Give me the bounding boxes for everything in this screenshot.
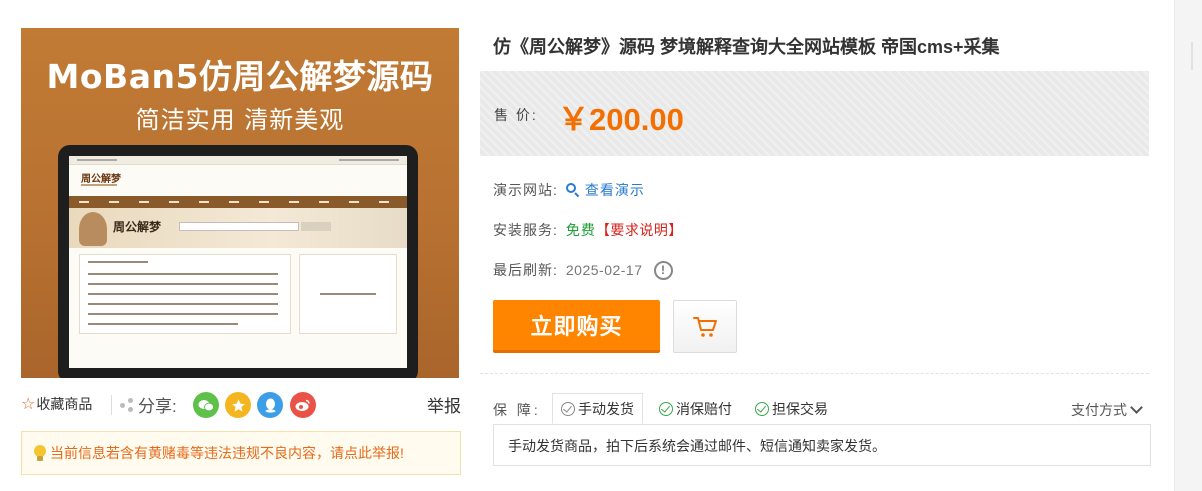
price-label: 售 价: [494,107,538,123]
tab-escrow[interactable]: 担保交易 [755,393,828,424]
product-actions: ☆ 收藏商品 分享: 举报 [21,392,461,418]
report-link[interactable]: 举报 [427,392,461,417]
report-warning[interactable]: 当前信息若含有黄赌毒等违法违规不良内容，请点此举报! [21,431,461,475]
check-icon [561,401,575,416]
guarantee-bar: 保 障: 手动发货 消保赔付 担保交易 支付方式 [493,393,1149,424]
demo-link-label: 查看演示 [584,182,645,198]
qq-icon[interactable] [257,392,283,418]
install-row: 安装服务: 免费 【要求说明】 [493,220,683,240]
screen-banner-text: 周公解梦 [113,220,162,234]
guarantee-content: 手动发货商品，拍下后系统会通过邮件、短信通知卖家发货。 [493,424,1151,466]
product-image: MoBan5仿周公解梦源码 简洁实用 清新美观 周公解梦 周公解梦 [21,28,459,378]
star-icon: ☆ [21,396,36,413]
add-to-cart-button[interactable] [673,300,737,353]
check-icon [755,401,769,416]
website-screenshot: 周公解梦 周公解梦 [69,156,407,368]
info-icon[interactable]: ! [653,260,673,280]
divider [480,373,1149,374]
demo-row: 演示网站: 查看演示 [493,180,645,200]
tab-manual-delivery[interactable]: 手动发货 [552,393,643,424]
refresh-date: 2025-02-17 [565,262,643,278]
payment-label: 支付方式 [1071,402,1127,418]
refresh-row: 最后刷新: 2025-02-17 ! [493,260,673,280]
share-group: 分享: [120,392,177,417]
warning-text[interactable]: 当前信息若含有黄赌毒等违法违规不良内容，请点此举报! [50,443,404,463]
install-value: 免费 [565,222,596,238]
payment-method-dropdown[interactable]: 支付方式 [1071,400,1143,420]
search-icon [565,183,580,198]
weibo-icon[interactable] [290,392,316,418]
screen-logo: 周公解梦 [81,174,121,185]
install-note-link[interactable]: 【要求说明】 [596,220,683,240]
favorite-button[interactable]: ☆ 收藏商品 [21,394,92,414]
right-scroll-rail[interactable] [1174,0,1202,491]
image-subline: 简洁实用 清新美观 [135,106,345,134]
install-label: 安装服务: [493,222,558,238]
tab-label: 消保赔付 [676,400,732,417]
guarantee-label: 保 障: [493,402,541,418]
qzone-icon[interactable] [225,392,251,418]
cart-icon [693,316,717,337]
wechat-icon[interactable] [193,392,219,418]
demo-link[interactable]: 查看演示 [565,180,645,200]
refresh-label: 最后刷新: [493,262,558,278]
lightbulb-icon [34,444,46,462]
tab-label: 手动发货 [578,400,634,417]
tab-consumer-protection[interactable]: 消保赔付 [659,393,732,424]
tab-label: 担保交易 [772,400,828,417]
buy-now-button[interactable]: 立即购买 [493,300,660,353]
check-icon [659,401,673,416]
chevron-down-icon [1130,401,1143,414]
price-value: ￥200.00 [558,102,684,137]
demo-label: 演示网站: [493,182,558,198]
share-label: 分享: [138,397,177,416]
divider [111,395,112,415]
product-title: 仿《周公解梦》源码 梦境解释查询大全网站模板 帝国cms+采集 [493,37,1000,57]
price-box: 售 价: ￥200.00 [480,71,1149,156]
share-icon [120,397,134,412]
image-headline: MoBan5仿周公解梦源码 [46,57,434,96]
favorite-label: 收藏商品 [36,396,93,412]
monitor-mockup: 周公解梦 周公解梦 [58,145,418,378]
